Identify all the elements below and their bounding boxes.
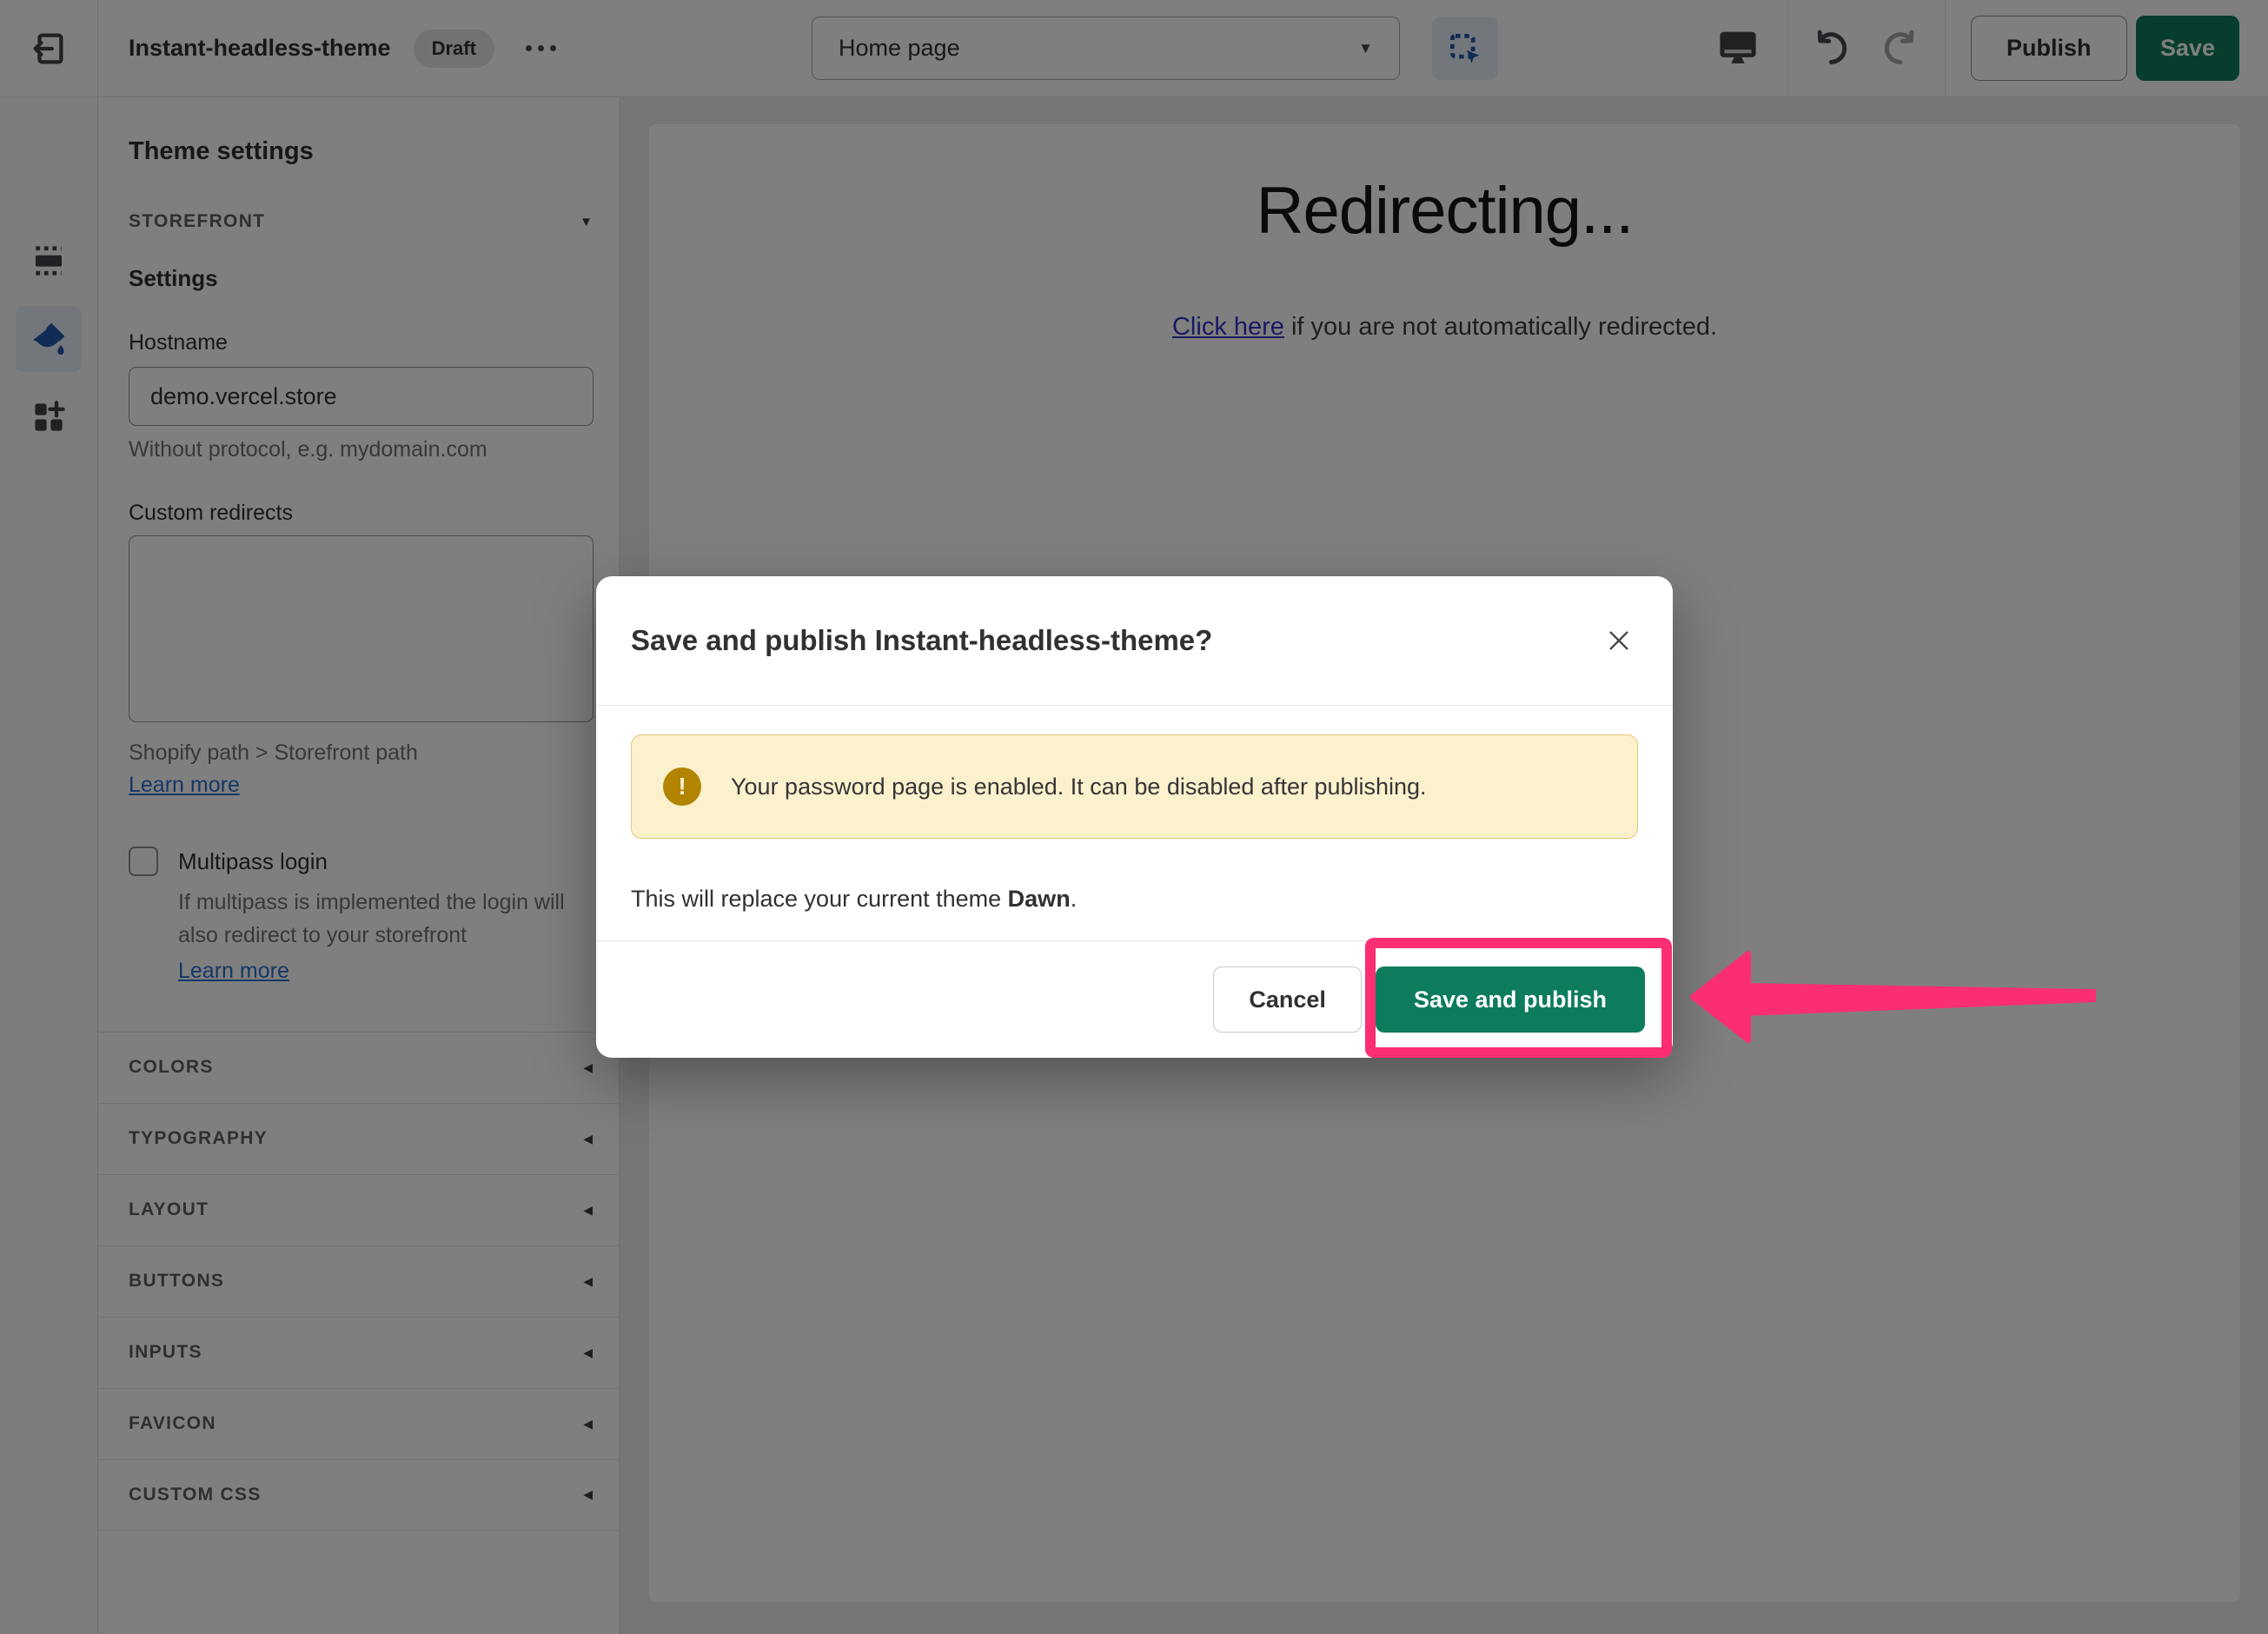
modal-body-prefix: This will replace your current theme xyxy=(631,886,1008,912)
modal-body-text: This will replace your current theme Daw… xyxy=(631,886,1638,913)
current-theme-name: Dawn xyxy=(1008,886,1071,912)
warning-icon: ! xyxy=(663,767,701,806)
modal-header: Save and publish Instant-headless-theme? xyxy=(596,576,1673,706)
password-warning-banner: ! Your password page is enabled. It can … xyxy=(631,734,1638,839)
warning-text: Your password page is enabled. It can be… xyxy=(731,774,1427,800)
cancel-button[interactable]: Cancel xyxy=(1213,966,1362,1033)
close-icon xyxy=(1605,627,1633,654)
modal-body-suffix: . xyxy=(1071,886,1078,912)
close-modal-button[interactable] xyxy=(1600,621,1638,660)
shopify-theme-editor: Instant-headless-theme Draft Home page ▼ xyxy=(0,0,2268,1634)
highlight-arrow xyxy=(1686,941,2099,1059)
modal-title: Save and publish Instant-headless-theme? xyxy=(631,624,1212,657)
highlight-rectangle xyxy=(1365,938,1672,1058)
